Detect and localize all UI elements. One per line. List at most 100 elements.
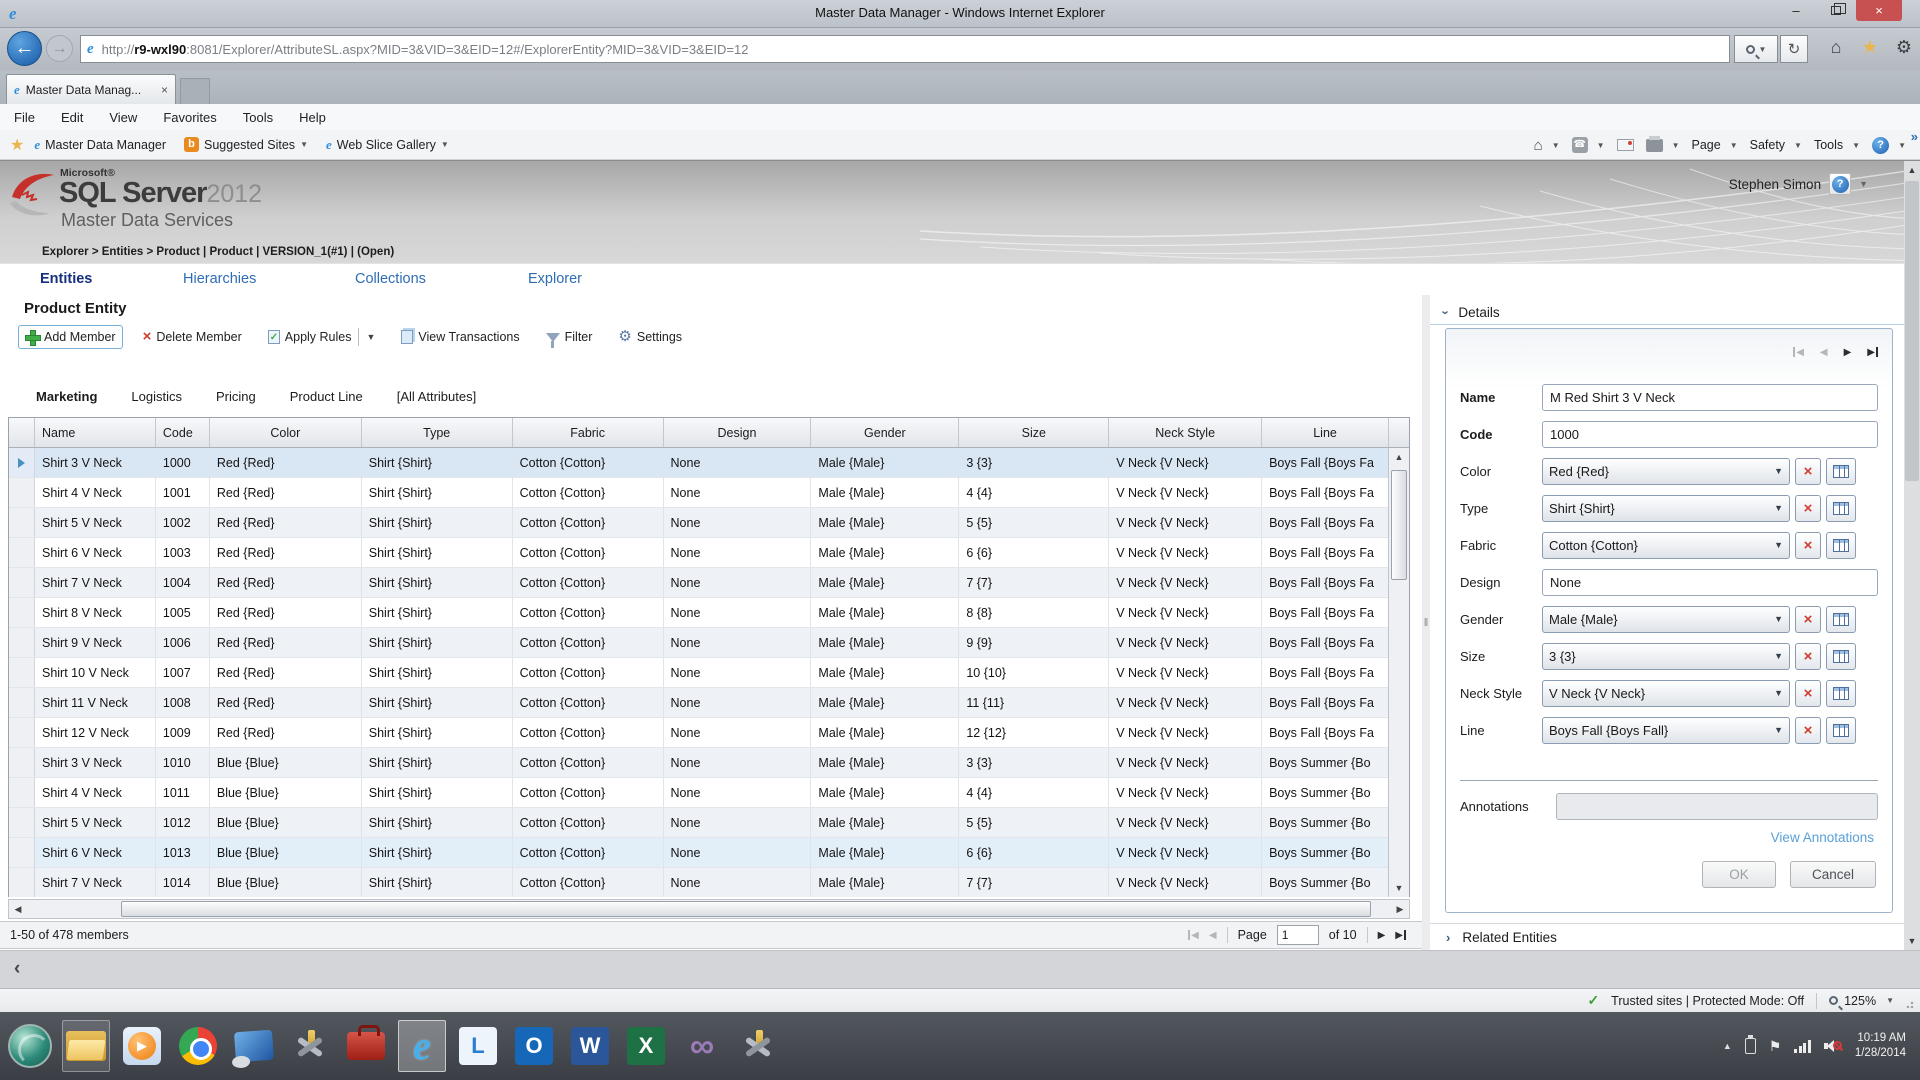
tab-marketing[interactable]: Marketing (36, 389, 97, 404)
page-scroll-up-icon[interactable]: ▲ (1904, 161, 1920, 179)
cell-type[interactable]: Shirt {Shirt} (362, 478, 513, 507)
table-row[interactable]: Shirt 3 V Neck1010Blue {Blue}Shirt {Shir… (9, 748, 1389, 778)
row-selector[interactable] (9, 838, 35, 867)
row-selector[interactable] (9, 718, 35, 747)
neck-style-lookup-button[interactable] (1826, 680, 1856, 707)
minimize-button[interactable]: – (1776, 0, 1816, 21)
cell-size[interactable]: 8 {8} (959, 598, 1109, 627)
cell-neck-style[interactable]: V Neck {V Neck} (1109, 838, 1262, 867)
cell-code[interactable]: 1002 (156, 508, 210, 537)
cell-line[interactable]: Boys Fall {Boys Fa (1262, 658, 1389, 687)
cell-name[interactable]: Shirt 6 V Neck (35, 538, 156, 567)
name-field[interactable]: M Red Shirt 3 V Neck (1542, 384, 1878, 411)
safety-menu[interactable]: Safety▼ (1750, 138, 1802, 152)
table-row[interactable]: Shirt 8 V Neck1005Red {Red}Shirt {Shirt}… (9, 598, 1389, 628)
clear-gender-button[interactable]: × (1795, 606, 1821, 633)
help-button[interactable]: ? (1829, 173, 1851, 195)
visual-studio[interactable]: ∞ (678, 1020, 726, 1072)
excel[interactable]: X (622, 1020, 670, 1072)
delete-member-button[interactable]: ×Delete Member (137, 326, 248, 348)
cell-line[interactable]: Boys Fall {Boys Fa (1262, 718, 1389, 747)
tools-menu[interactable]: Tools▼ (1814, 138, 1860, 152)
close-button[interactable]: × (1856, 0, 1902, 21)
cell-size[interactable]: 10 {10} (959, 658, 1109, 687)
fabric-lookup-button[interactable] (1826, 532, 1856, 559)
cell-gender[interactable]: Male {Male} (811, 658, 959, 687)
cell-size[interactable]: 7 {7} (959, 868, 1109, 897)
column-header-code[interactable]: Code (156, 418, 210, 447)
cell-name[interactable]: Shirt 5 V Neck (35, 808, 156, 837)
volume-muted-icon[interactable] (1824, 1038, 1842, 1054)
code-field[interactable]: 1000 (1542, 421, 1878, 448)
view-annotations-link[interactable]: View Annotations (1460, 830, 1878, 845)
cell-color[interactable]: Blue {Blue} (210, 838, 362, 867)
cell-line[interactable]: Boys Summer {Bo (1262, 778, 1389, 807)
user-caret-icon[interactable]: ▼ (1859, 179, 1868, 189)
scroll-right-icon[interactable]: ▶ (1391, 900, 1409, 918)
cell-neck-style[interactable]: V Neck {V Neck} (1109, 538, 1262, 567)
cell-type[interactable]: Shirt {Shirt} (362, 688, 513, 717)
home-menu-button[interactable]: ⌂▼ (1534, 137, 1560, 154)
print-button[interactable]: ▼ (1646, 139, 1680, 152)
cell-name[interactable]: Shirt 9 V Neck (35, 628, 156, 657)
clear-line-button[interactable]: × (1795, 717, 1821, 744)
row-selector[interactable] (9, 598, 35, 627)
cell-gender[interactable]: Male {Male} (811, 808, 959, 837)
cell-code[interactable]: 1012 (156, 808, 210, 837)
tab-pricing[interactable]: Pricing (216, 389, 256, 404)
table-row[interactable]: Shirt 5 V Neck1002Red {Red}Shirt {Shirt}… (9, 508, 1389, 538)
last-page-button[interactable]: ▶ (1395, 930, 1406, 941)
cell-design[interactable]: None (664, 478, 812, 507)
row-selector[interactable] (9, 478, 35, 507)
menu-tools[interactable]: Tools (243, 110, 273, 125)
column-header-name[interactable]: Name (35, 418, 156, 447)
clear-size-button[interactable]: × (1795, 643, 1821, 670)
cell-name[interactable]: Shirt 6 V Neck (35, 838, 156, 867)
nav-collections[interactable]: Collections (355, 271, 426, 287)
cell-code[interactable]: 1014 (156, 868, 210, 897)
cell-type[interactable]: Shirt {Shirt} (362, 508, 513, 537)
page-scroll-left-icon[interactable]: ‹ (14, 958, 20, 980)
search-button[interactable]: ▼ (1734, 35, 1778, 63)
cell-size[interactable]: 7 {7} (959, 568, 1109, 597)
cell-fabric[interactable]: Cotton {Cotton} (513, 628, 664, 657)
restore-button[interactable] (1816, 0, 1856, 21)
cell-design[interactable]: None (664, 448, 812, 477)
cell-type[interactable]: Shirt {Shirt} (362, 598, 513, 627)
cell-color[interactable]: Red {Red} (210, 598, 362, 627)
word[interactable]: W (566, 1020, 614, 1072)
cell-design[interactable]: None (664, 868, 812, 897)
cell-code[interactable]: 1007 (156, 658, 210, 687)
help-menu[interactable]: ?▼ (1872, 137, 1906, 154)
row-selector[interactable] (9, 538, 35, 567)
cell-line[interactable]: Boys Fall {Boys Fa (1262, 508, 1389, 537)
cell-size[interactable]: 3 {3} (959, 748, 1109, 777)
cell-fabric[interactable]: Cotton {Cotton} (513, 718, 664, 747)
menu-edit[interactable]: Edit (61, 110, 83, 125)
grid-vertical-scrollbar[interactable]: ▲ ▼ (1388, 448, 1409, 897)
outlook[interactable]: O (510, 1020, 558, 1072)
cell-line[interactable]: Boys Summer {Bo (1262, 868, 1389, 897)
cell-type[interactable]: Shirt {Shirt} (362, 718, 513, 747)
page-scroll-down-icon[interactable]: ▼ (1904, 932, 1920, 950)
table-row[interactable]: Shirt 7 V Neck1004Red {Red}Shirt {Shirt}… (9, 568, 1389, 598)
color-lookup-button[interactable] (1826, 458, 1856, 485)
next-record-button[interactable]: ▶ (1844, 343, 1852, 361)
show-hidden-icons[interactable]: ▲ (1723, 1041, 1732, 1051)
cell-size[interactable]: 12 {12} (959, 718, 1109, 747)
cell-fabric[interactable]: Cotton {Cotton} (513, 538, 664, 567)
read-mail-button[interactable] (1617, 139, 1634, 151)
cell-design[interactable]: None (664, 568, 812, 597)
cell-line[interactable]: Boys Fall {Boys Fa (1262, 688, 1389, 717)
cell-neck-style[interactable]: V Neck {V Neck} (1109, 478, 1262, 507)
cell-size[interactable]: 5 {5} (959, 808, 1109, 837)
type-lookup-button[interactable] (1826, 495, 1856, 522)
cell-line[interactable]: Boys Fall {Boys Fa (1262, 478, 1389, 507)
details-header[interactable]: › Details (1430, 301, 1904, 325)
clear-fabric-button[interactable]: × (1795, 532, 1821, 559)
cell-line[interactable]: Boys Fall {Boys Fa (1262, 538, 1389, 567)
tab-product-line[interactable]: Product Line (290, 389, 363, 404)
toolbox[interactable] (342, 1020, 390, 1072)
cell-fabric[interactable]: Cotton {Cotton} (513, 748, 664, 777)
cell-name[interactable]: Shirt 12 V Neck (35, 718, 156, 747)
